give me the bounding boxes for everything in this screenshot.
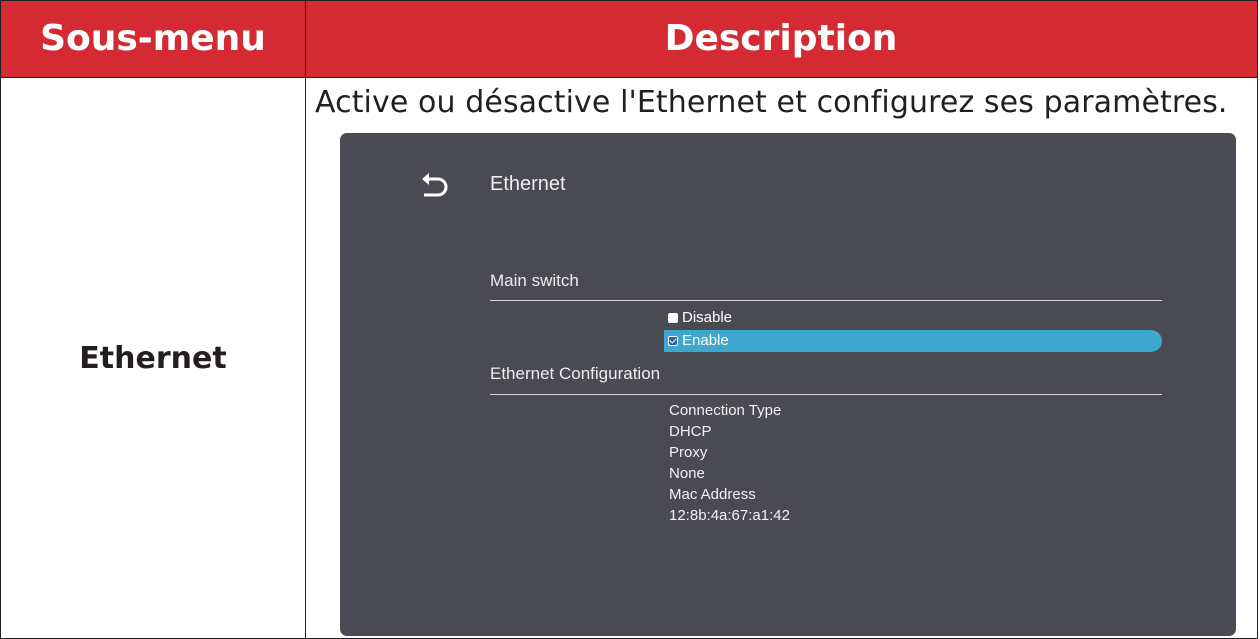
proxy-value: None xyxy=(669,465,705,482)
mac-address-label: Mac Address xyxy=(669,486,756,503)
connection-type-value: DHCP xyxy=(669,423,712,440)
divider xyxy=(490,394,1162,395)
divider xyxy=(490,300,1162,301)
checkbox-unchecked-icon[interactable] xyxy=(668,313,678,323)
ethernet-configuration-label: Ethernet Configuration xyxy=(490,364,661,383)
proxy-label: Proxy xyxy=(669,444,708,461)
option-label: Enable xyxy=(682,332,729,349)
column-divider xyxy=(305,1,306,638)
table-header: Sous-menu Description xyxy=(1,1,1257,78)
submenu-table: Sous-menu Description Ethernet Active ou… xyxy=(0,0,1258,639)
description-text: Active ou désactive l'Ethernet et config… xyxy=(315,85,1228,120)
screen-title: Ethernet xyxy=(490,173,566,195)
option-enable[interactable]: Enable xyxy=(664,330,1162,352)
header-submenu: Sous-menu xyxy=(40,18,266,59)
ethernet-settings-screenshot: Ethernet Main switch Disable Enable Ethe… xyxy=(340,133,1236,636)
connection-type-label: Connection Type xyxy=(669,402,782,419)
header-description: Description xyxy=(664,18,898,59)
back-arrow-icon[interactable] xyxy=(416,170,452,200)
main-switch-label: Main switch xyxy=(490,271,579,290)
submenu-name: Ethernet xyxy=(79,341,227,376)
option-disable[interactable]: Disable xyxy=(664,307,732,329)
option-label: Disable xyxy=(682,309,733,326)
mac-address-value: 12:8b:4a:67:a1:42 xyxy=(669,507,790,524)
checkbox-checked-icon[interactable] xyxy=(668,336,678,346)
